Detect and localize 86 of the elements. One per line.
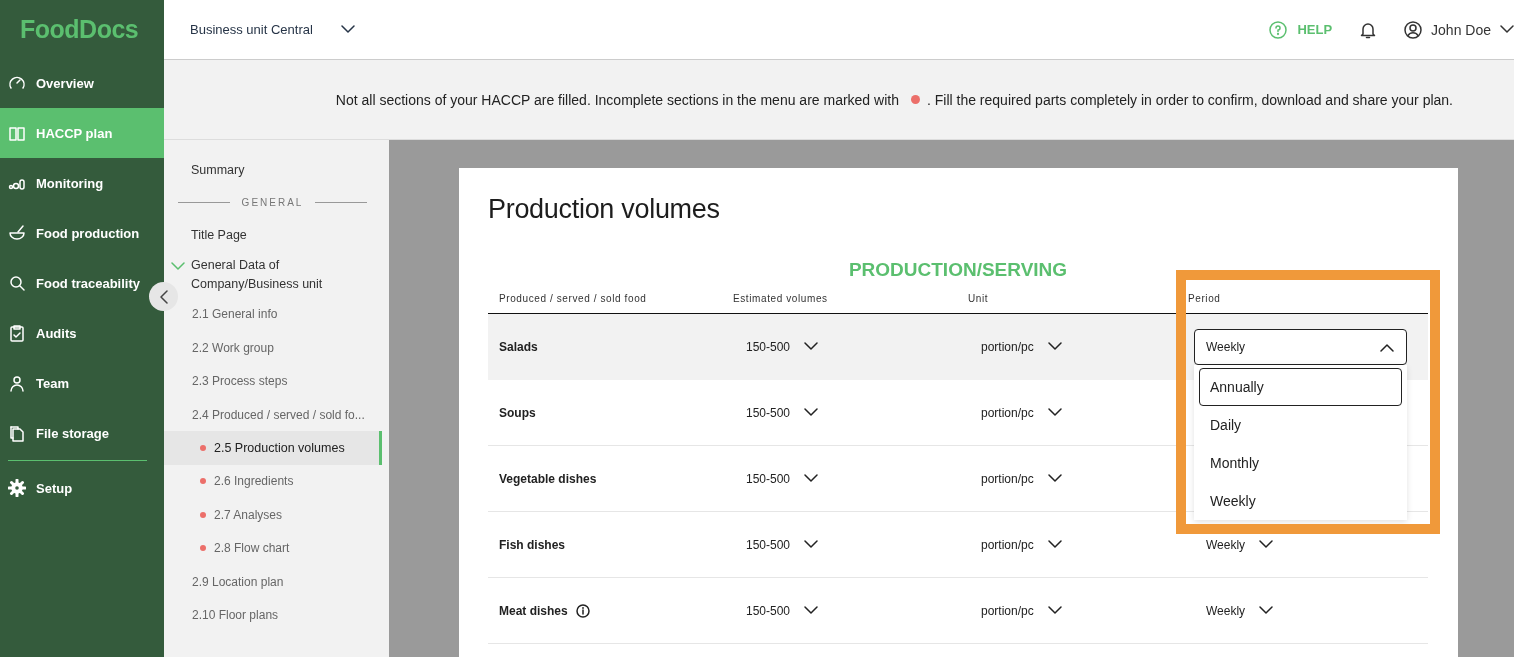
nav-item[interactable]: File storage [0, 408, 148, 458]
nav-item[interactable]: Overview [0, 58, 148, 108]
column-header: Estimated volumes [732, 293, 828, 304]
section-link[interactable]: 2.1 General info [164, 297, 382, 332]
chevron-down-icon [804, 342, 819, 351]
expand-toggle[interactable] [171, 262, 185, 272]
nav-item[interactable]: Food production [0, 208, 148, 258]
column-header: Unit [967, 293, 989, 304]
chevron-down-icon [804, 474, 819, 483]
business-unit-dropdown[interactable]: Business unit Central [190, 22, 355, 37]
chevron-down-icon [804, 408, 819, 417]
dropdown-option[interactable]: Annually [1199, 368, 1402, 406]
volume-dropdown[interactable]: 150-500 [723, 471, 819, 486]
nav-item[interactable]: Team [0, 358, 148, 408]
bell-icon[interactable] [1360, 20, 1377, 39]
unit-dropdown[interactable]: portion/pc [958, 405, 1062, 420]
unit-dropdown[interactable]: portion/pc [958, 537, 1062, 552]
section-link[interactable]: 2.7 Analyses [164, 498, 382, 532]
nav-item[interactable]: Audits [0, 308, 148, 358]
period-dropdown[interactable]: Weekly [1177, 537, 1274, 552]
nav-item[interactable]: Setup [0, 463, 148, 513]
bowl-icon [8, 224, 26, 242]
volume-dropdown[interactable]: 150-500 [723, 603, 819, 618]
chevron-down-icon [1047, 474, 1062, 483]
section-link[interactable]: 2.2 Work group [164, 331, 382, 365]
food-name: Soups [499, 405, 536, 420]
banner-text: . Fill the required parts completely in order to confirm, download and share your plan. [926, 91, 1453, 108]
column-header: Period [1187, 293, 1221, 304]
food-name: Meat dishes [499, 603, 568, 618]
chevron-down-icon [1047, 342, 1062, 351]
section-link[interactable]: 2.8 Flow chart [164, 531, 382, 565]
section-link[interactable]: Summary [164, 153, 389, 187]
section-link[interactable]: 2.6 Ingredients [164, 464, 382, 499]
foodocs-logo: FoodDocs [20, 14, 139, 44]
section-link[interactable]: 2.4 Produced / served / sold fo... [164, 397, 382, 432]
gear-icon [8, 479, 26, 497]
volume-dropdown[interactable]: 150-500 [723, 537, 819, 552]
book-icon [8, 124, 26, 142]
help-icon [1269, 20, 1288, 39]
files-icon [8, 424, 26, 442]
chevron-down-icon [1500, 25, 1514, 34]
section-link[interactable]: General Data of Company/Business unit [191, 255, 351, 294]
section-title: PRODUCTION/SERVING [848, 259, 1068, 280]
dropdown-option[interactable]: Monthly [1199, 444, 1402, 482]
nav-item[interactable]: Monitoring [0, 158, 148, 208]
section-heading: GENERAL [241, 196, 304, 208]
dropdown-option[interactable]: Daily [1199, 406, 1402, 444]
incomplete-dot [910, 95, 920, 104]
chevron-down-icon [804, 540, 819, 549]
info-icon[interactable] [575, 603, 590, 618]
section-link[interactable]: 2.3 Process steps [164, 364, 382, 398]
column-header: Produced / served / sold food [498, 293, 647, 304]
section-link[interactable]: 2.10 Floor plans [164, 598, 382, 632]
user-menu[interactable]: John Doe [1404, 20, 1514, 39]
unit-dropdown[interactable]: portion/pc [958, 471, 1062, 486]
person-icon [8, 374, 26, 392]
page-title: Production volumes [488, 194, 721, 225]
period-dropdown[interactable]: Weekly [1194, 329, 1407, 365]
unit-dropdown[interactable]: portion/pc [958, 339, 1062, 354]
chevron-left-icon [159, 289, 168, 304]
food-name: Salads [499, 339, 538, 354]
gauge-icon [8, 74, 26, 92]
chevron-down-icon [1047, 408, 1062, 417]
clipboard-icon [8, 324, 26, 342]
unit-dropdown[interactable]: portion/pc [958, 603, 1062, 618]
chevron-down-icon [1047, 606, 1062, 615]
dropdown-option[interactable]: Weekly [1199, 482, 1402, 520]
user-avatar-icon [1404, 20, 1423, 39]
chevron-up-icon [1380, 342, 1394, 352]
volume-dropdown[interactable]: 150-500 [723, 339, 819, 354]
section-link[interactable]: 2.5 Production volumes [164, 431, 382, 465]
section-link[interactable]: Title Page [164, 218, 389, 252]
food-name: Vegetable dishes [499, 471, 597, 486]
food-name: Fish dishes [499, 537, 566, 552]
period-dropdown[interactable]: Weekly [1177, 603, 1274, 618]
search-icon [8, 274, 26, 292]
chevron-down-icon [340, 25, 355, 34]
chevron-down-icon [1047, 540, 1062, 549]
chevron-icon [171, 262, 185, 272]
chevron-down-icon [1259, 606, 1274, 615]
nav-item[interactable]: Food traceability [0, 258, 148, 308]
section-link[interactable]: 2.9 Location plan [164, 564, 382, 599]
chevron-down-icon [1259, 540, 1274, 549]
volume-dropdown[interactable]: 150-500 [723, 405, 819, 420]
chevron-down-icon [804, 606, 819, 615]
banner-text: Not all sections of your HACCP are filled. Incomplete sections in the menu are marked with [335, 91, 899, 108]
